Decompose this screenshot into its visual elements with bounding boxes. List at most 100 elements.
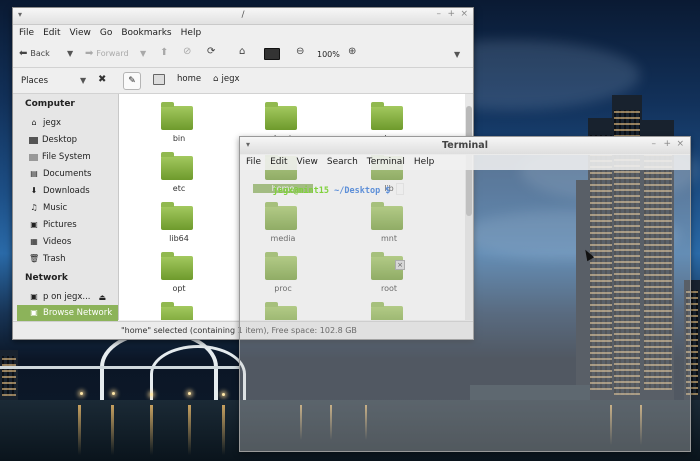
folder-label: etc: [172, 184, 186, 193]
drive-icon: [29, 153, 38, 161]
terminal-window: ▾ Terminal – + × File Edit View Search T…: [239, 136, 691, 452]
path-root-icon[interactable]: [153, 74, 165, 85]
sidebar-item-downloads[interactable]: ⬇ Downloads: [29, 183, 129, 199]
menu-help[interactable]: Help: [181, 28, 202, 38]
sidebar-item-filesystem[interactable]: File System: [29, 149, 129, 165]
sidebar-item-home[interactable]: ⌂ jegx: [29, 115, 129, 131]
pictures-icon: ▣: [30, 220, 38, 229]
sidebar-item-label: Videos: [43, 237, 72, 247]
menu-file[interactable]: File: [246, 157, 261, 167]
toolbar-overflow-dropdown[interactable]: ▼: [454, 50, 460, 59]
terminal-prompt-line: jegx@mint15 ~/Desktop $: [242, 173, 404, 206]
folder-icon: [161, 252, 193, 280]
maximize-button[interactable]: +: [663, 139, 671, 149]
sidebar-item-network-share[interactable]: ▣ p on jegx... ⏏: [29, 289, 129, 305]
music-icon: ♫: [30, 203, 38, 212]
back-history-dropdown[interactable]: ▼: [67, 49, 73, 58]
folder-item[interactable]: etc: [149, 148, 209, 193]
folder-item-partial[interactable]: [149, 298, 209, 320]
terminal-cursor: [395, 183, 404, 195]
menu-bookmarks[interactable]: Bookmarks: [121, 28, 171, 38]
maximize-button[interactable]: +: [447, 9, 455, 19]
sidebar-item-videos[interactable]: ▦ Videos: [29, 234, 129, 250]
menu-search[interactable]: Search: [327, 157, 358, 167]
desktop-icon: [29, 136, 38, 144]
reload-icon[interactable]: ⟳: [207, 46, 215, 57]
menu-go[interactable]: Go: [100, 28, 112, 38]
forward-button[interactable]: ➡ Forward: [85, 48, 129, 59]
sidebar-item-trash[interactable]: 🗑 Trash: [29, 251, 129, 267]
forward-arrow-icon: ➡: [85, 48, 94, 59]
terminal-menubar: File Edit View Search Terminal Help: [240, 154, 690, 170]
path-user-label: jegx: [221, 74, 240, 84]
zoom-in-icon[interactable]: ⊕: [348, 46, 356, 57]
file-manager-menubar: File Edit View Go Bookmarks Help: [13, 25, 473, 41]
sidebar-item-label: Browse Network: [43, 308, 113, 318]
videos-icon: ▦: [30, 237, 38, 246]
close-button[interactable]: ×: [676, 139, 684, 149]
sidebar-item-label: Documents: [43, 169, 92, 179]
folder-icon: [161, 202, 193, 230]
sidebar-item-label: Pictures: [43, 220, 77, 230]
folder-icon: [161, 102, 193, 130]
places-label[interactable]: Places: [21, 76, 48, 86]
sidebar-item-label: p on jegx...: [43, 292, 91, 302]
sidebar-item-pictures[interactable]: ▣ Pictures: [29, 217, 129, 233]
minimize-button[interactable]: –: [652, 139, 657, 149]
stop-icon[interactable]: ⊘: [183, 46, 191, 57]
menu-file[interactable]: File: [19, 28, 34, 38]
home-folder-icon: ⌂: [213, 74, 219, 84]
sidebar-heading-network: Network: [25, 273, 68, 283]
folder-item[interactable]: opt: [149, 248, 209, 293]
minimize-button[interactable]: –: [437, 9, 442, 19]
folder-item[interactable]: bin: [149, 98, 209, 143]
path-home-button[interactable]: home: [177, 74, 201, 85]
folder-icon: [265, 102, 297, 130]
places-sidebar: Computer ⌂ jegx Desktop File System ▤ Docu…: [13, 94, 119, 321]
menu-terminal[interactable]: Terminal: [367, 157, 405, 167]
menu-view[interactable]: View: [70, 28, 91, 38]
menu-help[interactable]: Help: [414, 157, 435, 167]
path-user-button[interactable]: ⌂ jegx: [213, 74, 239, 85]
sidebar-item-music[interactable]: ♫ Music: [29, 200, 129, 216]
forward-label: Forward: [96, 49, 129, 58]
downloads-icon: ⬇: [30, 186, 38, 195]
terminal-title: Terminal: [442, 140, 488, 151]
folder-label: lib64: [169, 234, 189, 243]
prompt-user: jegx@mint15: [272, 186, 330, 196]
eject-icon[interactable]: ⏏: [99, 293, 107, 302]
sidebar-item-browse-network[interactable]: ▣ Browse Network: [17, 305, 118, 321]
trash-icon: 🗑: [29, 254, 40, 263]
sidebar-type-dropdown[interactable]: ▼: [80, 76, 86, 85]
terminal-body[interactable]: jegx@mint15 ~/Desktop $: [240, 170, 690, 451]
menu-edit[interactable]: Edit: [270, 157, 287, 167]
menu-view[interactable]: View: [297, 157, 318, 167]
sidebar-item-documents[interactable]: ▤ Documents: [29, 166, 129, 182]
network-share-icon: ▣: [30, 292, 38, 301]
network-icon: ▣: [30, 308, 38, 317]
file-manager-toolbar: ⬅ Back ▼ ➡ Forward ▼ ⬆ ⊘ ⟳ ⌂ ⊖ 100% ⊕ ▼: [13, 42, 473, 68]
sidebar-item-desktop[interactable]: Desktop: [29, 132, 129, 148]
sidebar-item-label: Downloads: [43, 186, 90, 196]
path-bar: home ⌂ jegx: [153, 74, 240, 85]
sidebar-item-label: File System: [42, 152, 91, 162]
edit-location-button[interactable]: ✎: [123, 72, 141, 90]
home-icon[interactable]: ⌂: [239, 46, 245, 57]
zoom-out-icon[interactable]: ⊖: [296, 46, 304, 57]
terminal-titlebar[interactable]: ▾ Terminal – + ×: [240, 137, 690, 155]
sidebar-item-label: Music: [43, 203, 68, 213]
folder-icon: [161, 302, 193, 320]
location-bar: Places ▼ ✖ ✎ home ⌂ jegx: [13, 68, 473, 94]
close-sidebar-icon[interactable]: ✖: [98, 74, 106, 85]
up-arrow-icon[interactable]: ⬆: [160, 47, 168, 58]
menu-edit[interactable]: Edit: [43, 28, 60, 38]
home-icon: ⌂: [31, 118, 37, 127]
forward-history-dropdown[interactable]: ▼: [140, 49, 146, 58]
file-manager-titlebar[interactable]: ▾ / – + ×: [13, 8, 473, 25]
sidebar-heading-computer: Computer: [25, 99, 75, 109]
sidebar-item-label: jegx: [43, 118, 62, 128]
folder-item[interactable]: lib64: [149, 198, 209, 243]
close-button[interactable]: ×: [460, 9, 468, 19]
back-button[interactable]: ⬅ Back: [19, 48, 50, 59]
computer-icon[interactable]: [264, 48, 280, 60]
